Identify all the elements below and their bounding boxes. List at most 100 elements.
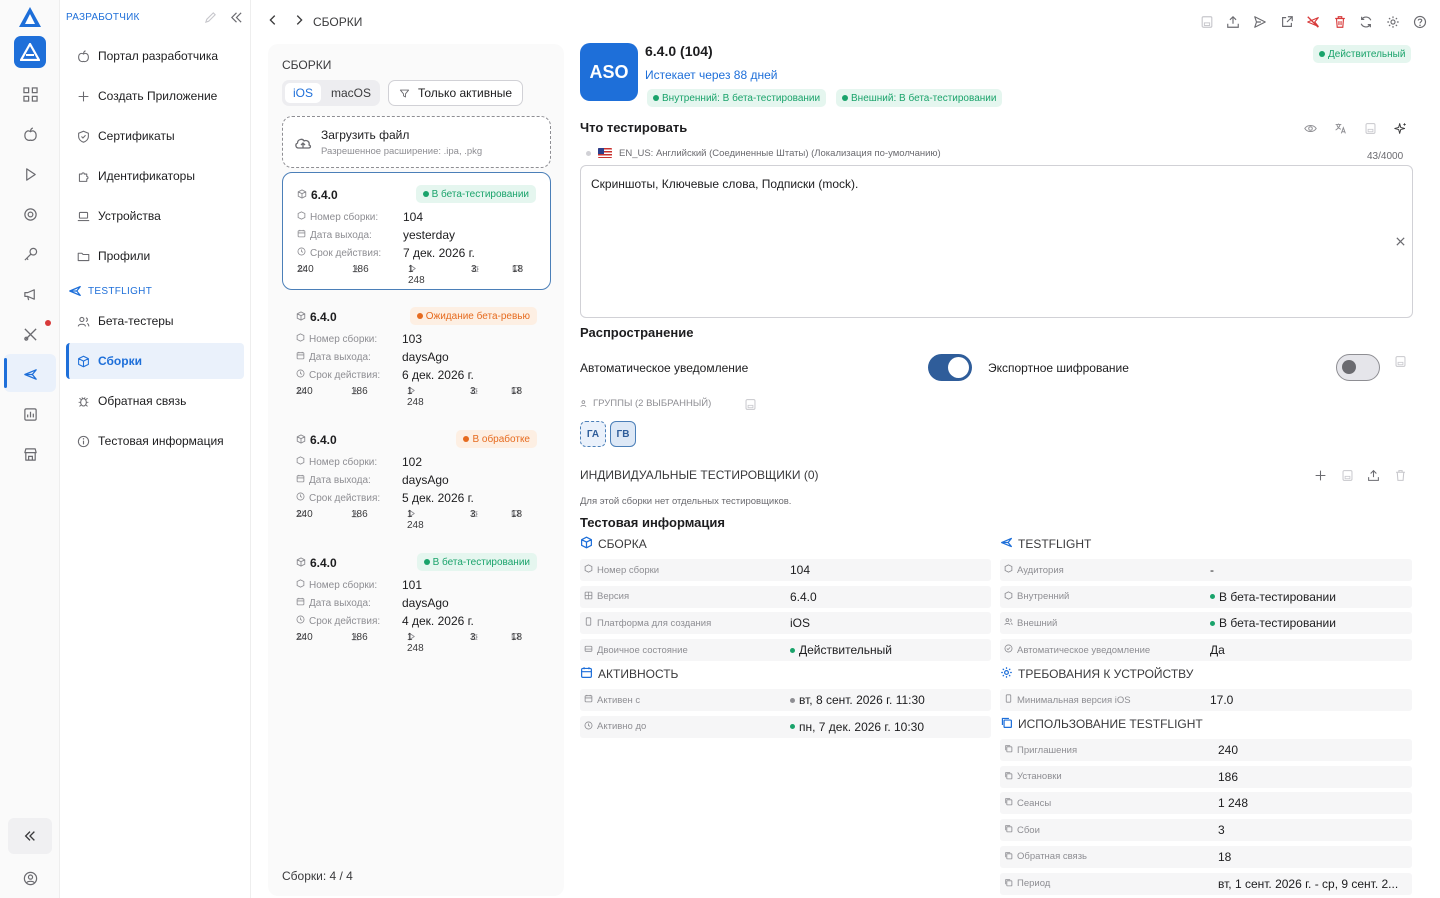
collapse-sidebar-button[interactable]	[230, 11, 244, 25]
save-icon[interactable]	[1340, 468, 1354, 482]
sidebar-item-test-info[interactable]: Тестовая информация	[66, 423, 244, 459]
build-number-row: Номер сборки: 103	[296, 330, 536, 348]
build-card[interactable]: 6.4.0 В бета-тестировании Номер сборки: 1…	[282, 172, 551, 290]
help-icon[interactable]	[1412, 14, 1428, 30]
sidebar: РАЗРАБОТЧИК Портал разработчика Создать …	[60, 0, 251, 898]
expiry-row: Срок действия: 7 дек. 2026 г.	[297, 244, 537, 262]
store-icon[interactable]	[20, 444, 40, 464]
save-icon[interactable]	[1199, 14, 1215, 30]
cloud-upload-icon	[295, 138, 312, 149]
box-icon	[297, 188, 311, 202]
expire-build-icon[interactable]	[1305, 14, 1321, 30]
build-version: 6.4.0	[296, 433, 337, 447]
add-tester-button[interactable]	[1313, 468, 1327, 482]
build-card[interactable]: 6.4.0 Ожидание бета-ревью Номер сборки: 1…	[282, 295, 551, 413]
apps-grid-icon[interactable]	[20, 84, 40, 104]
save-icon[interactable]	[1393, 354, 1407, 368]
box-icon	[296, 310, 310, 324]
clock-icon	[297, 247, 310, 259]
info-row: Номер сборки 104	[580, 559, 991, 581]
sidebar-item-developer-portal[interactable]: Портал разработчика	[66, 38, 244, 74]
apple-icon[interactable]	[20, 124, 40, 144]
info-row: Сеансы 1 248	[1000, 792, 1412, 815]
info-row: Аудитория -	[1000, 559, 1412, 581]
auto-notify-toggle[interactable]	[928, 354, 972, 381]
puzzle-icon	[74, 167, 92, 185]
calendar-icon	[297, 229, 310, 241]
sidebar-item-create-app[interactable]: Создать Приложение	[66, 78, 244, 114]
info-row: Внутренний В бета-тестировании	[1000, 585, 1412, 608]
rail-active-indicator	[4, 358, 7, 388]
megaphone-icon[interactable]	[20, 284, 40, 304]
release-date-row: Дата выхода: daysAgo	[296, 594, 536, 612]
target-icon[interactable]	[20, 204, 40, 224]
sidebar-item-profiles[interactable]: Профили	[66, 238, 244, 274]
play-icon[interactable]	[20, 164, 40, 184]
build-card[interactable]: 6.4.0 В бета-тестировании Номер сборки: 1…	[282, 541, 551, 659]
platform-ios-tab[interactable]: iOS	[285, 83, 321, 103]
check-icon	[1004, 644, 1017, 656]
sidebar-item-feedback[interactable]: Обратная связь	[66, 383, 244, 419]
export-crypto-label: Экспортное шифрование	[988, 361, 1129, 375]
hash-icon	[1004, 564, 1017, 576]
cal-icon	[580, 666, 598, 682]
info-row: Минимальная версия iOS 17.0	[1000, 689, 1412, 711]
group-chip[interactable]: ГВ	[610, 421, 636, 447]
collapse-rail-button[interactable]	[8, 818, 52, 854]
build-card[interactable]: 6.4.0 В обработке Номер сборки: 102 Дата …	[282, 418, 551, 536]
what-to-test-textarea[interactable]: Скриншоты, Ключевые слова, Подписки (moc…	[580, 165, 1413, 318]
refresh-icon[interactable]	[1358, 14, 1374, 30]
save-icon[interactable]	[743, 397, 757, 411]
notification-dot	[45, 320, 51, 326]
sidebar-item-devices[interactable]: Устройства	[66, 198, 244, 234]
sidebar-item-beta-testers[interactable]: Бета-тестеры	[66, 303, 244, 339]
key-icon[interactable]	[20, 244, 40, 264]
gear-icon[interactable]	[1385, 14, 1401, 30]
what-to-test-title: Что тестировать	[580, 120, 688, 135]
clock-icon	[296, 369, 309, 381]
export-crypto-toggle[interactable]	[1336, 354, 1380, 381]
tools-icon[interactable]	[20, 324, 40, 344]
phone-icon	[584, 617, 597, 629]
active-only-filter-button[interactable]: Только активные	[388, 80, 523, 106]
group-chip[interactable]: ГА	[580, 421, 606, 447]
box-icon	[296, 556, 310, 570]
platform-macos-tab[interactable]: macOS	[326, 83, 376, 103]
forward-button[interactable]	[292, 13, 308, 29]
trash-icon[interactable]	[1332, 14, 1348, 30]
save-icon[interactable]	[1363, 121, 1377, 135]
developer-app-icon[interactable]	[14, 36, 46, 68]
users-icon	[1004, 617, 1017, 629]
build-version: 6.4.0	[296, 556, 337, 570]
external-link-icon[interactable]	[1279, 14, 1295, 30]
activity-section-title: АКТИВНОСТЬ	[580, 666, 678, 682]
internal-status-pill: Внутренний: В бета-тестировании	[647, 89, 827, 107]
box-icon	[296, 333, 309, 345]
testflight-icon[interactable]	[20, 364, 40, 384]
phone-icon	[1004, 694, 1017, 706]
edit-icon[interactable]	[204, 11, 218, 25]
sidebar-item-builds[interactable]: Сборки	[66, 343, 244, 379]
account-icon[interactable]	[20, 868, 40, 888]
clear-text-button[interactable]	[1395, 236, 1407, 248]
sidebar-item-certificates[interactable]: Сертификаты	[66, 118, 244, 154]
upload-icon[interactable]	[1225, 14, 1241, 30]
expiry-row: Срок действия: 4 дек. 2026 г.	[296, 612, 536, 630]
info-row: Версия 6.4.0	[580, 585, 991, 608]
send-icon[interactable]	[1252, 14, 1268, 30]
trash-icon[interactable]	[1393, 468, 1407, 482]
build-version: 6.4.0	[297, 188, 338, 202]
eye-icon[interactable]	[1303, 121, 1317, 135]
app-logo-icon[interactable]	[18, 6, 42, 28]
sparkles-icon[interactable]	[1393, 121, 1407, 135]
sidebar-item-identifiers[interactable]: Идентификаторы	[66, 158, 244, 194]
info-row: Приглашения 240	[1000, 739, 1412, 761]
copy-icon	[1004, 824, 1017, 836]
back-button[interactable]	[266, 13, 282, 29]
upload-file-dropzone[interactable]: Загрузить файл Разрешенное расширение: .…	[282, 116, 551, 168]
device-section-title: ТРЕБОВАНИЯ К УСТРОЙСТВУ	[1000, 666, 1193, 682]
analytics-icon[interactable]	[20, 404, 40, 424]
upload-icon[interactable]	[1366, 468, 1380, 482]
usage-section-title: ИСПОЛЬЗОВАНИЕ TESTFLIGHT	[1000, 716, 1203, 732]
translate-icon[interactable]	[1333, 121, 1347, 135]
